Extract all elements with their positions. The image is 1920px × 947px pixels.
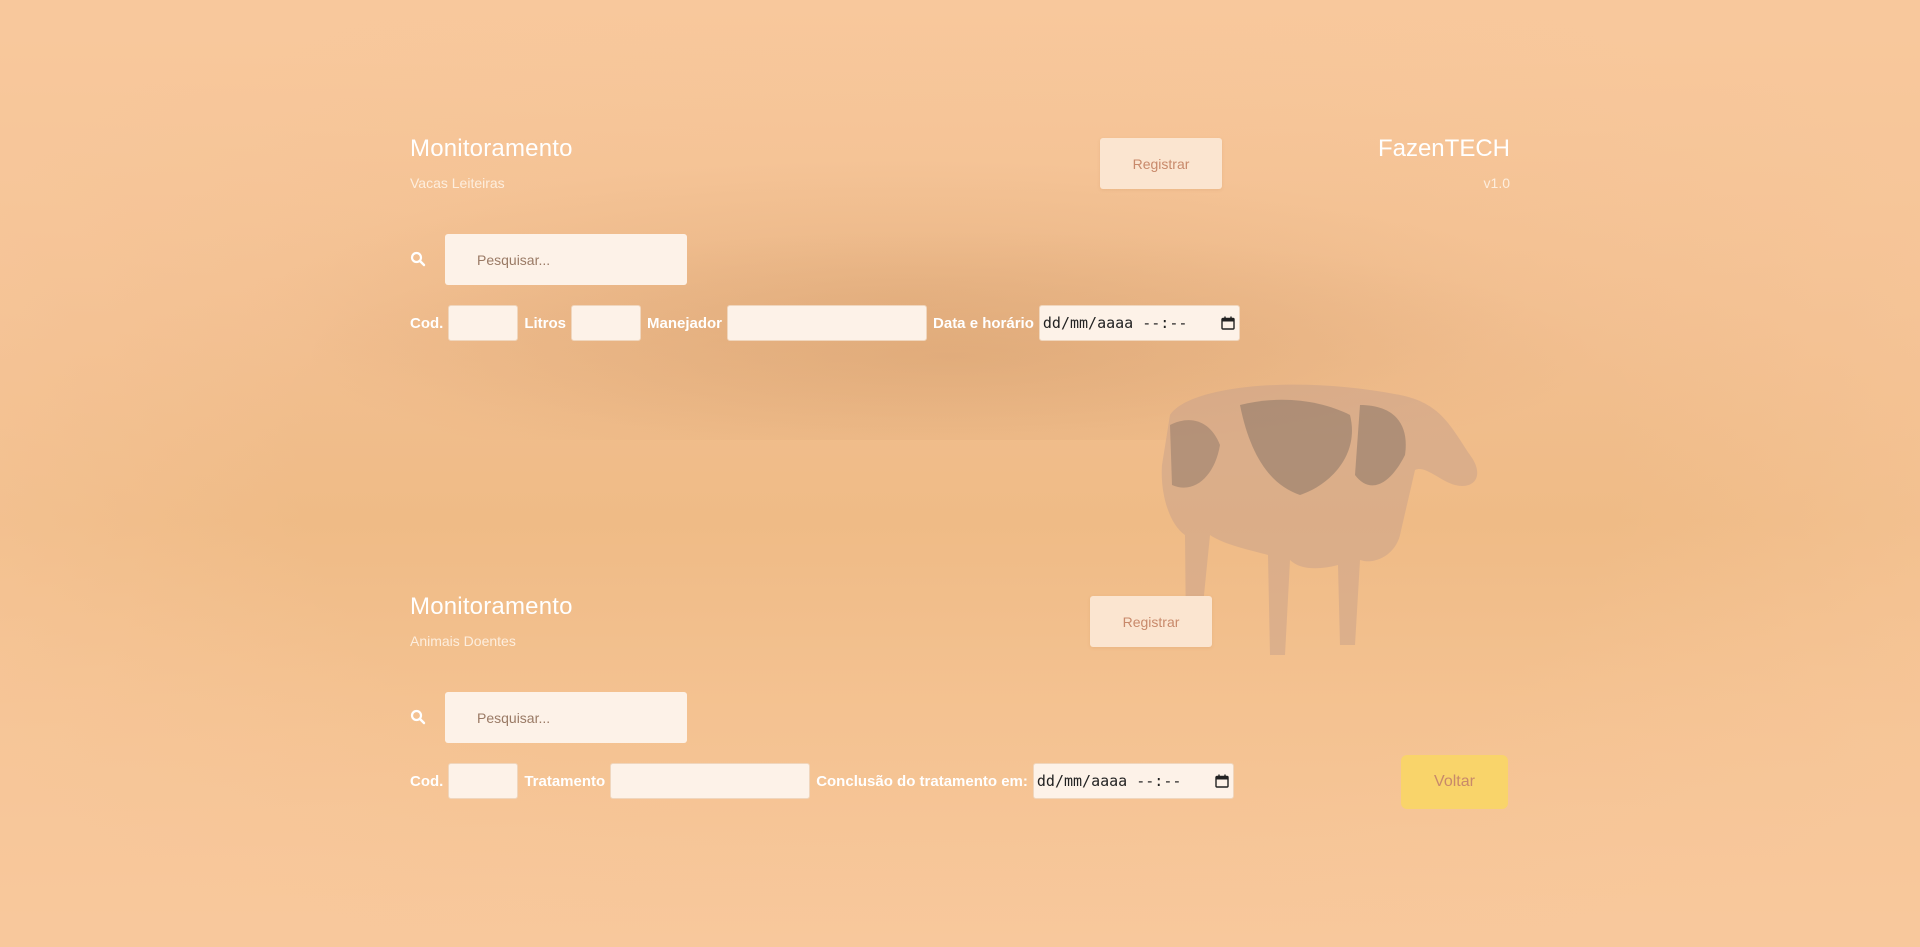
register-button[interactable]: Registrar bbox=[1100, 138, 1222, 189]
sick-animals-panel: Monitoramento Animais Doentes Registrar … bbox=[410, 593, 1510, 803]
datetime-input[interactable]: dd/mm/aaaa --:-- bbox=[1038, 305, 1240, 341]
section-title: Monitoramento bbox=[410, 593, 573, 620]
register-button[interactable]: Registrar bbox=[1090, 596, 1212, 647]
search-icon bbox=[410, 251, 426, 267]
cod-input[interactable] bbox=[448, 305, 519, 341]
tratamento-input[interactable] bbox=[610, 763, 811, 799]
cod-label: Cod. bbox=[410, 772, 444, 790]
litros-label: Litros bbox=[524, 314, 566, 332]
section-subtitle: Vacas Leiteiras bbox=[410, 175, 505, 191]
datetime-value: dd/mm/aaaa --:-- bbox=[1042, 314, 1188, 332]
app-version: v1.0 bbox=[1483, 175, 1510, 191]
litros-input[interactable] bbox=[571, 305, 641, 341]
brand-name: FazenTECH bbox=[1377, 135, 1510, 162]
conclusao-label: Conclusão do tratamento em: bbox=[816, 772, 1028, 790]
cod-input[interactable] bbox=[448, 763, 519, 799]
search-input[interactable]: Pesquisar... bbox=[445, 692, 687, 743]
section-subtitle: Animais Doentes bbox=[410, 633, 516, 649]
search-placeholder: Pesquisar... bbox=[477, 709, 551, 726]
search-placeholder: Pesquisar... bbox=[477, 251, 551, 268]
manejador-input[interactable] bbox=[727, 305, 928, 341]
tratamento-label: Tratamento bbox=[524, 772, 606, 790]
manejador-label: Manejador bbox=[647, 314, 723, 332]
dairy-cows-panel: Monitoramento Vacas Leiteiras Registrar … bbox=[410, 135, 1510, 345]
cod-label: Cod. bbox=[410, 314, 444, 332]
back-button[interactable]: Voltar bbox=[1401, 755, 1508, 809]
conclusion-datetime-input[interactable]: dd/mm/aaaa --:-- bbox=[1032, 763, 1234, 799]
search-input[interactable]: Pesquisar... bbox=[445, 234, 687, 285]
sick-fields-row: Cod. Tratamento Conclusão do tratamento … bbox=[410, 763, 1234, 799]
calendar-icon[interactable] bbox=[1221, 316, 1235, 330]
dairy-fields-row: Cod. Litros Manejador Data e horário dd/… bbox=[410, 305, 1240, 341]
calendar-icon[interactable] bbox=[1215, 774, 1229, 788]
datetime-label: Data e horário bbox=[933, 314, 1034, 332]
search-icon bbox=[410, 709, 426, 725]
datetime-value: dd/mm/aaaa --:-- bbox=[1036, 772, 1182, 790]
section-title: Monitoramento bbox=[410, 135, 573, 162]
